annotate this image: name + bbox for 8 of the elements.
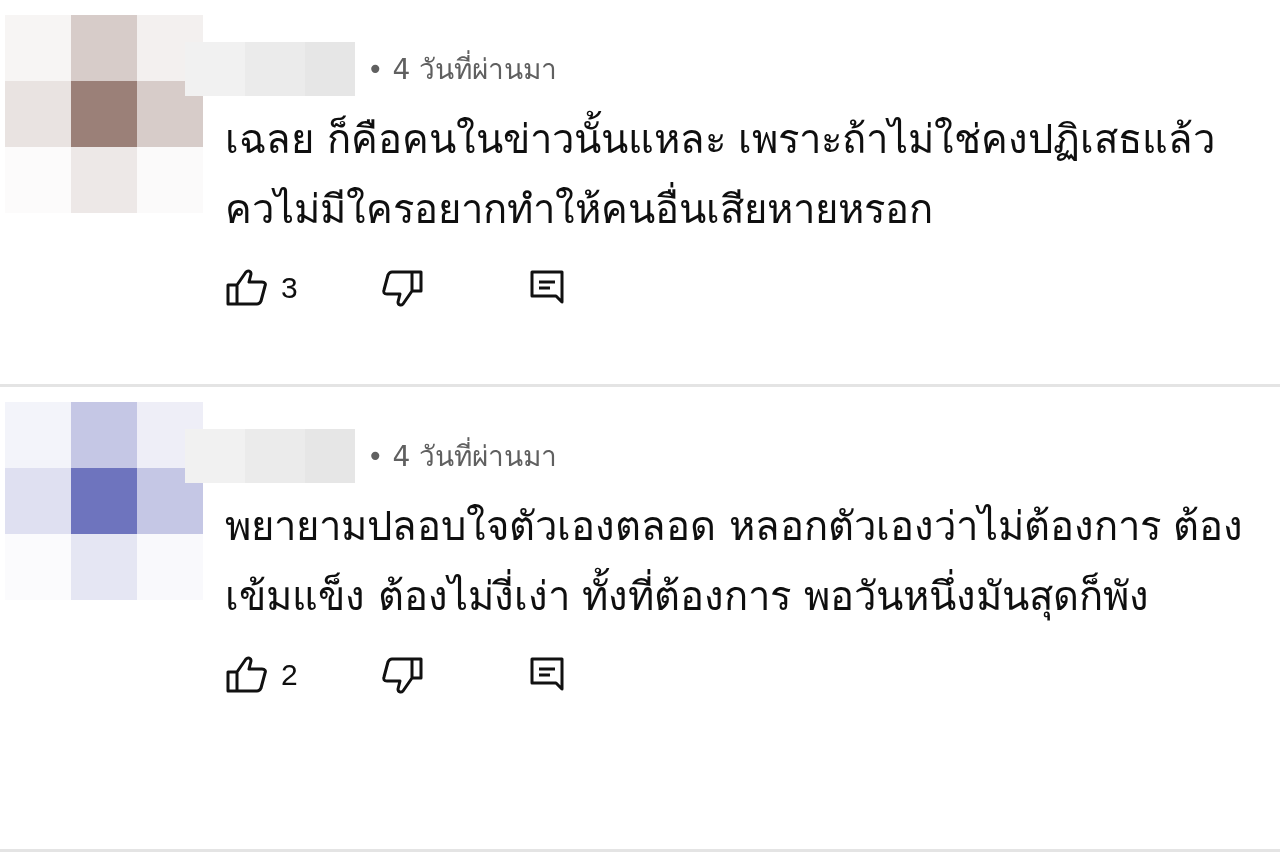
like-count: 2	[281, 658, 298, 692]
comment-text: พยายามปลอบใจตัวเองตลอด หลอกตัวเองว่าไม่ต้องการ ต้องเข้มแข็ง ต้องไม่งี่เง่า ทั้งที่ต้องการ พอวันหนึ่งมันสุดก็พัง	[225, 502, 1245, 623]
like-count: 3	[281, 271, 298, 305]
comment-time: • 4 วันที่ผ่านมา	[367, 434, 558, 478]
like-button[interactable]: 2	[225, 655, 298, 695]
comment-time: • 4 วันที่ผ่านมา	[367, 47, 558, 91]
comment-text: เฉลย ก็คือคนในข่าวนั้นแหละ เพราะถ้าไม่ใช่คงปฏิเสธแล้ว ควไม่มีใครอยากทำให้คนอื่นเสียหายหรอก	[225, 104, 1245, 244]
like-button[interactable]: 3	[225, 268, 298, 308]
